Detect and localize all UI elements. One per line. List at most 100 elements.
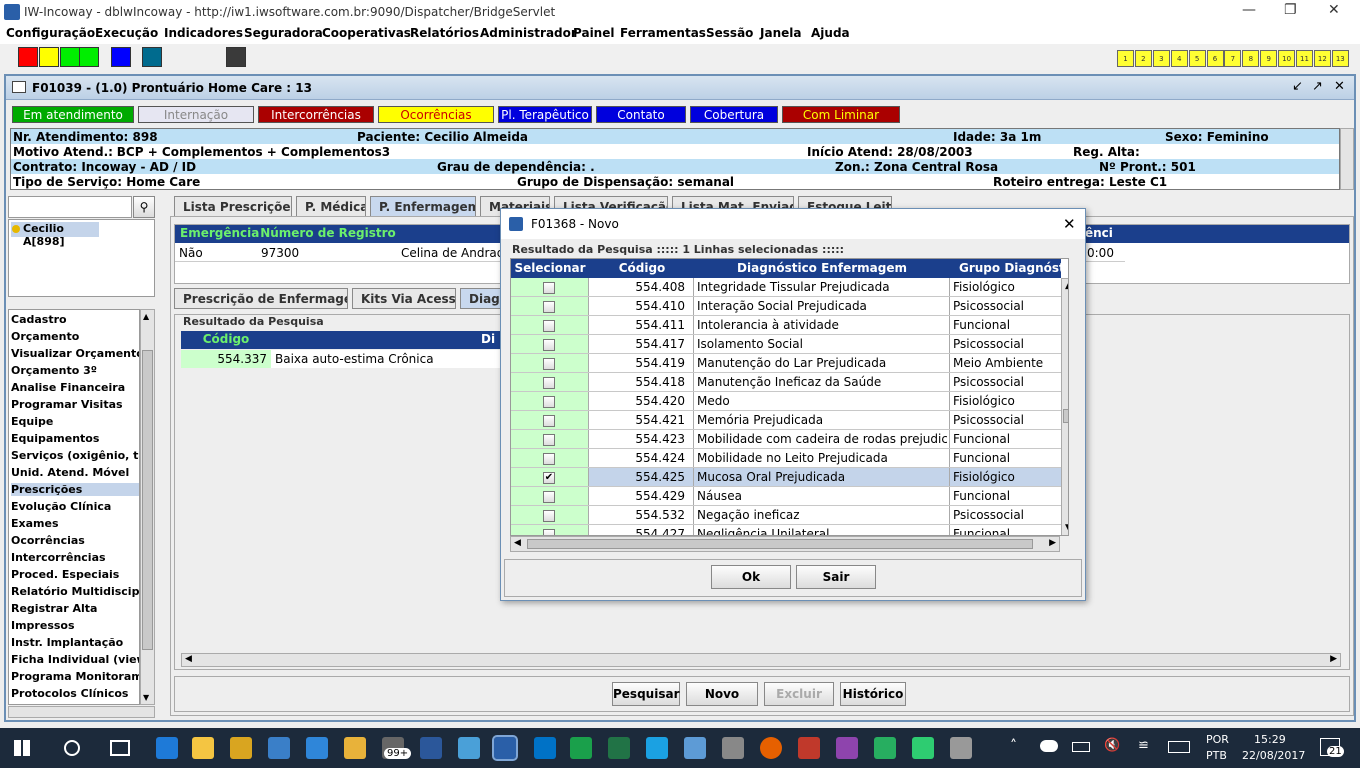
maximize-icon[interactable]: ❐ <box>1284 2 1297 18</box>
left-menu-item[interactable]: Impressos <box>11 619 139 632</box>
iconify-icon[interactable]: ↙ <box>1292 79 1303 94</box>
shortcut-button-8[interactable]: 8 <box>1242 50 1260 67</box>
shortcut-button-3[interactable]: 3 <box>1152 50 1170 67</box>
patient-list-item[interactable]: Cecilio A[898] <box>11 222 99 248</box>
col-selecionar[interactable]: Selecionar <box>511 261 589 275</box>
shortcut-button-10[interactable]: 10 <box>1278 50 1296 67</box>
result-row[interactable]: 554.337 Baixa auto-estima Crônica <box>181 350 509 368</box>
color-square-5[interactable] <box>226 47 246 67</box>
app-icon[interactable] <box>230 737 252 759</box>
app-icon[interactable] <box>268 737 290 759</box>
shortcut-button-12[interactable]: 12 <box>1313 50 1331 67</box>
grid-row[interactable]: 554.421 Memória Prejudicada Psicossocial <box>511 411 1061 430</box>
select-checkbox[interactable] <box>543 358 555 370</box>
app-icon[interactable] <box>874 737 896 759</box>
left-menu-item[interactable]: Proced. Especiais <box>11 568 139 581</box>
col-codigo[interactable]: Código <box>591 261 693 275</box>
app-icon[interactable] <box>344 737 366 759</box>
grid-row[interactable]: 554.419 Manutenção do Lar Prejudicada Meio… <box>511 354 1061 373</box>
cortana-icon[interactable] <box>64 740 80 756</box>
left-menu-item[interactable]: Protocolos Clínicos <box>11 687 139 700</box>
left-menu-item[interactable]: Registrar Alta <box>11 602 139 615</box>
left-menu-item[interactable]: Instr. Implantação <box>11 636 139 649</box>
excel-icon[interactable] <box>608 737 630 759</box>
app-icon[interactable] <box>798 737 820 759</box>
wifi-icon[interactable]: ≌ <box>1138 738 1149 753</box>
app-icon[interactable] <box>458 737 480 759</box>
grid-row[interactable]: 554.424 Mobilidade no Leito Prejudicada Fu… <box>511 449 1061 468</box>
status-tab-6[interactable]: Cobertura <box>690 106 778 123</box>
grid-row[interactable]: 554.423 Mobilidade com cadeira de rodas p… <box>511 430 1061 449</box>
minimize-icon[interactable]: — <box>1242 2 1256 18</box>
info-scrollbar[interactable] <box>1340 128 1354 190</box>
word-icon[interactable] <box>420 737 442 759</box>
left-menu-item[interactable]: Programa Monitoramer <box>11 670 139 683</box>
status-tab-7[interactable]: Com Liminar <box>782 106 900 123</box>
patient-search-input[interactable] <box>8 196 132 218</box>
clock-time[interactable]: 15:29 <box>1254 733 1286 746</box>
iw-incoway-icon[interactable] <box>492 735 518 761</box>
pesquisar-button[interactable]: Pesquisar <box>612 682 680 706</box>
menu-8[interactable]: Ferramentas <box>620 26 706 40</box>
main-tab-2[interactable]: P. Enfermagem <box>370 196 476 217</box>
col-hidden[interactable]: ênci <box>1085 226 1145 240</box>
select-checkbox[interactable] <box>543 396 555 408</box>
menu-2[interactable]: Indicadores <box>164 26 243 40</box>
sair-button[interactable]: Sair <box>796 565 876 589</box>
cloud-icon[interactable] <box>1040 740 1058 752</box>
shortcut-button-7[interactable]: 7 <box>1224 50 1242 67</box>
grid-row[interactable]: 554.411 Intolerancia à atividade Funcional <box>511 316 1061 335</box>
col-numero-registro[interactable]: Número de Registro <box>259 226 397 240</box>
color-square-1[interactable] <box>39 47 59 67</box>
app-icon[interactable] <box>722 737 744 759</box>
app-icon[interactable] <box>836 737 858 759</box>
grid-vscrollbar[interactable]: ▲ ▼ <box>1061 278 1068 535</box>
select-checkbox[interactable] <box>543 491 555 503</box>
status-tab-1[interactable]: Internação <box>138 106 254 123</box>
shortcut-button-13[interactable]: 13 <box>1331 50 1349 67</box>
grid-row[interactable]: 554.408 Integridade Tissular Prejudicada F… <box>511 278 1061 297</box>
main-tab-1[interactable]: P. Médica <box>296 196 366 217</box>
novo-button[interactable]: Novo <box>686 682 758 706</box>
speaker-icon[interactable]: 🔇 <box>1104 738 1120 753</box>
color-square-4[interactable] <box>142 47 162 67</box>
col-grupo[interactable]: Grupo Diagnóstico <box>951 261 1061 275</box>
shortcut-button-2[interactable]: 2 <box>1134 50 1152 67</box>
sub-tab-1[interactable]: Kits Via Acesso <box>352 288 456 309</box>
left-menu-item[interactable]: Ficha Individual (viewer <box>11 653 139 666</box>
left-menu-item[interactable]: Serviços (oxigênio, taxa <box>11 449 139 462</box>
menu-5[interactable]: Relatórios <box>410 26 479 40</box>
grid-row[interactable]: 554.429 Náusea Funcional <box>511 487 1061 506</box>
close-icon[interactable]: ✕ <box>1328 2 1340 18</box>
select-checkbox[interactable] <box>543 415 555 427</box>
ie-icon[interactable] <box>646 737 668 759</box>
ok-button[interactable]: Ok <box>711 565 791 589</box>
shortcut-button-4[interactable]: 4 <box>1170 50 1188 67</box>
app-icon[interactable] <box>570 737 592 759</box>
app-icon[interactable] <box>684 737 706 759</box>
color-square-extra[interactable] <box>79 47 99 67</box>
shortcut-button-9[interactable]: 9 <box>1260 50 1278 67</box>
select-checkbox[interactable] <box>543 510 555 522</box>
frame-close-icon[interactable]: ✕ <box>1334 79 1345 94</box>
status-tab-3[interactable]: Ocorrências <box>378 106 494 123</box>
task-view-icon[interactable] <box>110 740 130 756</box>
select-checkbox[interactable] <box>543 282 555 294</box>
color-square-3[interactable] <box>111 47 131 67</box>
select-checkbox[interactable]: ✔ <box>543 472 555 484</box>
grid-row[interactable]: 554.418 Manutenção Ineficaz da Saúde Psico… <box>511 373 1061 392</box>
col-codigo[interactable]: Código <box>181 332 271 346</box>
left-menu-scrollbar[interactable]: ▲ ▼ <box>140 309 155 705</box>
grid-hscrollbar[interactable]: ◀ ▶ <box>510 536 1060 552</box>
select-checkbox[interactable] <box>543 434 555 446</box>
app-icon[interactable] <box>950 737 972 759</box>
main-tab-0[interactable]: Lista Prescrições <box>174 196 292 217</box>
grid-row[interactable]: 554.532 Negação ineficaz Psicossocial <box>511 506 1061 525</box>
dialog-close-icon[interactable]: ✕ <box>1063 215 1076 233</box>
chevron-up-icon[interactable]: ˄ <box>1010 738 1017 754</box>
result-hscrollbar[interactable]: ◀ ▶ <box>181 653 1341 667</box>
frame-maximize-icon[interactable]: ↗ <box>1312 79 1323 94</box>
select-checkbox[interactable] <box>543 529 555 535</box>
left-menu-item[interactable]: Equipamentos <box>11 432 139 445</box>
sub-tab-0[interactable]: Prescrição de Enfermagem <box>174 288 348 309</box>
